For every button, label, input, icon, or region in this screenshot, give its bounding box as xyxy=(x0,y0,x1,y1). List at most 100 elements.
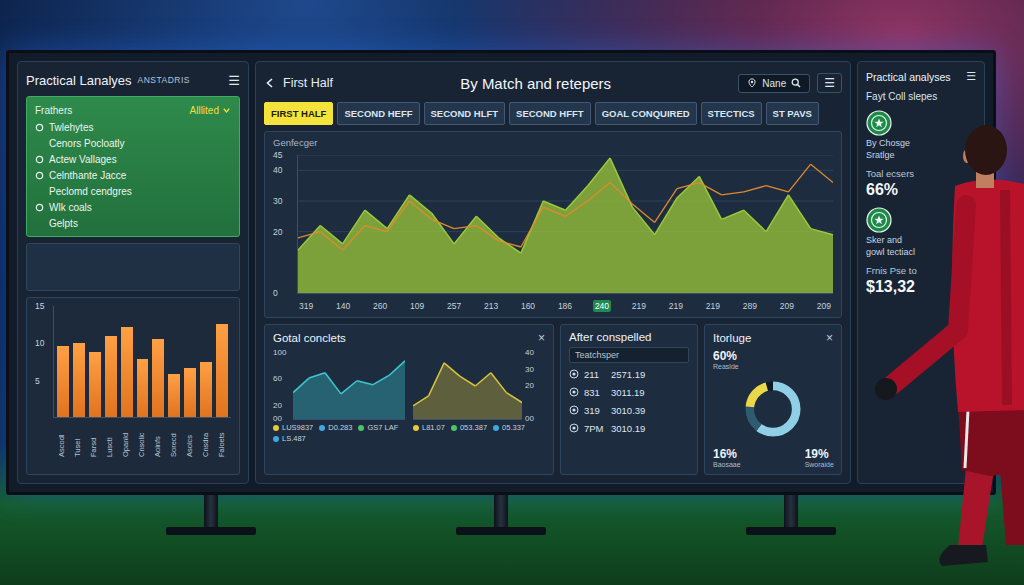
filter-item[interactable]: Wlk coals xyxy=(35,200,231,214)
x-tick[interactable]: 219 xyxy=(630,300,648,312)
bar[interactable] xyxy=(168,374,180,417)
series-line-segment xyxy=(677,176,699,197)
x-tick[interactable]: 186 xyxy=(556,300,574,312)
circle-icon xyxy=(35,171,44,180)
series-line-segment xyxy=(454,216,476,244)
search-placeholder: Nane xyxy=(762,78,786,89)
bar[interactable] xyxy=(137,359,149,417)
filter-item[interactable]: Peclomd cendgres xyxy=(35,184,231,198)
x-tick[interactable]: 109 xyxy=(408,300,426,312)
bar[interactable] xyxy=(200,362,212,418)
list-row[interactable]: 8313011.19 xyxy=(569,385,689,399)
donut-segment[interactable] xyxy=(749,385,795,431)
bar[interactable] xyxy=(73,343,85,417)
x-tick[interactable]: 240 xyxy=(593,300,611,312)
menu-button[interactable]: ☰ xyxy=(966,70,976,83)
tab[interactable]: FIRST HALF xyxy=(264,102,333,125)
tab[interactable]: ST PAVS xyxy=(766,102,819,125)
filter-item[interactable]: Gelpts xyxy=(35,216,231,230)
stat-label: Toal ecsers xyxy=(866,168,914,179)
back-label[interactable]: First Half xyxy=(283,76,333,90)
close-button[interactable]: × xyxy=(826,331,833,345)
chart-legend: L81.07053.38705.337 xyxy=(413,423,545,432)
bar[interactable] xyxy=(105,336,117,417)
series-line-segment xyxy=(744,210,766,231)
donut-segment[interactable] xyxy=(749,385,795,431)
filter-item[interactable]: Twlehytes xyxy=(35,120,231,134)
series-line-segment xyxy=(788,164,810,192)
back-arrow-icon[interactable] xyxy=(264,77,276,89)
football-player xyxy=(850,110,1024,585)
filter-item[interactable]: Actew Vallages xyxy=(35,152,231,166)
close-button[interactable]: × xyxy=(538,331,545,345)
menu-button[interactable]: ☰ xyxy=(228,73,240,88)
x-label: Faloets xyxy=(218,421,226,457)
donut-percent: 60% xyxy=(713,349,741,363)
search-icon[interactable] xyxy=(791,78,801,88)
tab[interactable]: GOAL CONQUIRED xyxy=(595,102,697,125)
series-line-segment xyxy=(811,229,833,235)
x-tick[interactable]: 289 xyxy=(741,300,759,312)
filter-item-label: Actew Vallages xyxy=(49,154,117,165)
list-row[interactable]: 3193010.39 xyxy=(569,403,689,417)
series-line-segment xyxy=(744,186,766,192)
y-tick: 20 xyxy=(525,382,534,390)
bar[interactable] xyxy=(89,352,101,417)
stat-section: By ChosgeSratlge xyxy=(866,110,976,160)
series-line-segment xyxy=(387,201,409,232)
bar[interactable] xyxy=(152,339,164,417)
list-row[interactable]: 7PM3010.19 xyxy=(569,421,689,435)
badge-icon xyxy=(569,405,579,415)
tab[interactable]: SECOND HFFT xyxy=(509,102,591,125)
x-label: Sorecd xyxy=(170,421,178,457)
page-title: By Match and retepers xyxy=(340,75,731,92)
donut-segment[interactable] xyxy=(749,385,795,431)
chart-plot xyxy=(297,155,833,294)
row-code: 319 xyxy=(584,405,606,416)
x-tick[interactable]: 213 xyxy=(482,300,500,312)
tab[interactable]: SECOND HEFF xyxy=(337,102,419,125)
tab[interactable]: STECTICS xyxy=(701,102,762,125)
filter-dropdown[interactable]: Alllited xyxy=(190,105,231,116)
x-tick[interactable]: 219 xyxy=(667,300,685,312)
y-tick: 10 xyxy=(35,339,44,348)
x-tick[interactable]: 219 xyxy=(704,300,722,312)
search-field[interactable]: Nane xyxy=(738,74,810,93)
bar[interactable] xyxy=(184,368,196,417)
x-tick[interactable]: 257 xyxy=(445,300,463,312)
field[interactable]: Teatchsper xyxy=(569,347,689,363)
bar-chart-plot: 15105 xyxy=(35,306,231,418)
section-text: By Chosge xyxy=(866,138,910,148)
filter-item[interactable]: Celnthante Jacce xyxy=(35,168,231,182)
mini-charts: 100602000LUS9837D0.283GS7 LAFLS.48740302… xyxy=(273,349,545,443)
circle-icon xyxy=(35,123,44,132)
list-row[interactable]: 2112571.19 xyxy=(569,367,689,381)
filter-item[interactable]: Cenors Pocloatly xyxy=(35,136,231,150)
x-tick[interactable]: 140 xyxy=(334,300,352,312)
series-line-segment xyxy=(677,183,699,189)
bar[interactable] xyxy=(121,327,133,417)
series-line-segment xyxy=(298,226,320,251)
legend-dot xyxy=(358,425,364,431)
x-tick[interactable]: 319 xyxy=(297,300,315,312)
legend-label: 053.387 xyxy=(460,423,487,432)
chart-label: Genfecger xyxy=(273,137,833,148)
x-label-cell: Opanld xyxy=(120,421,132,457)
y-tick: 60 xyxy=(273,375,282,383)
x-tick[interactable]: 209 xyxy=(815,300,833,312)
bar[interactable] xyxy=(57,346,69,417)
section-text: gowl tectiacl xyxy=(866,247,915,257)
x-tick[interactable]: 209 xyxy=(778,300,796,312)
legend-label: D0.283 xyxy=(328,423,352,432)
x-tick[interactable]: 260 xyxy=(371,300,389,312)
series-line-segment xyxy=(722,210,744,219)
tab[interactable]: SECOND HLFT xyxy=(424,102,506,125)
menu-button[interactable]: ☰ xyxy=(817,73,842,93)
series-line-segment xyxy=(499,238,521,253)
y-tick: 20 xyxy=(273,402,282,410)
x-tick[interactable]: 160 xyxy=(519,300,537,312)
bar[interactable] xyxy=(216,324,228,417)
center-panel: First Half By Match and retepers Nane ☰ FIRS… xyxy=(255,61,851,484)
series-line-segment xyxy=(655,189,677,223)
row-code: 211 xyxy=(584,369,606,380)
